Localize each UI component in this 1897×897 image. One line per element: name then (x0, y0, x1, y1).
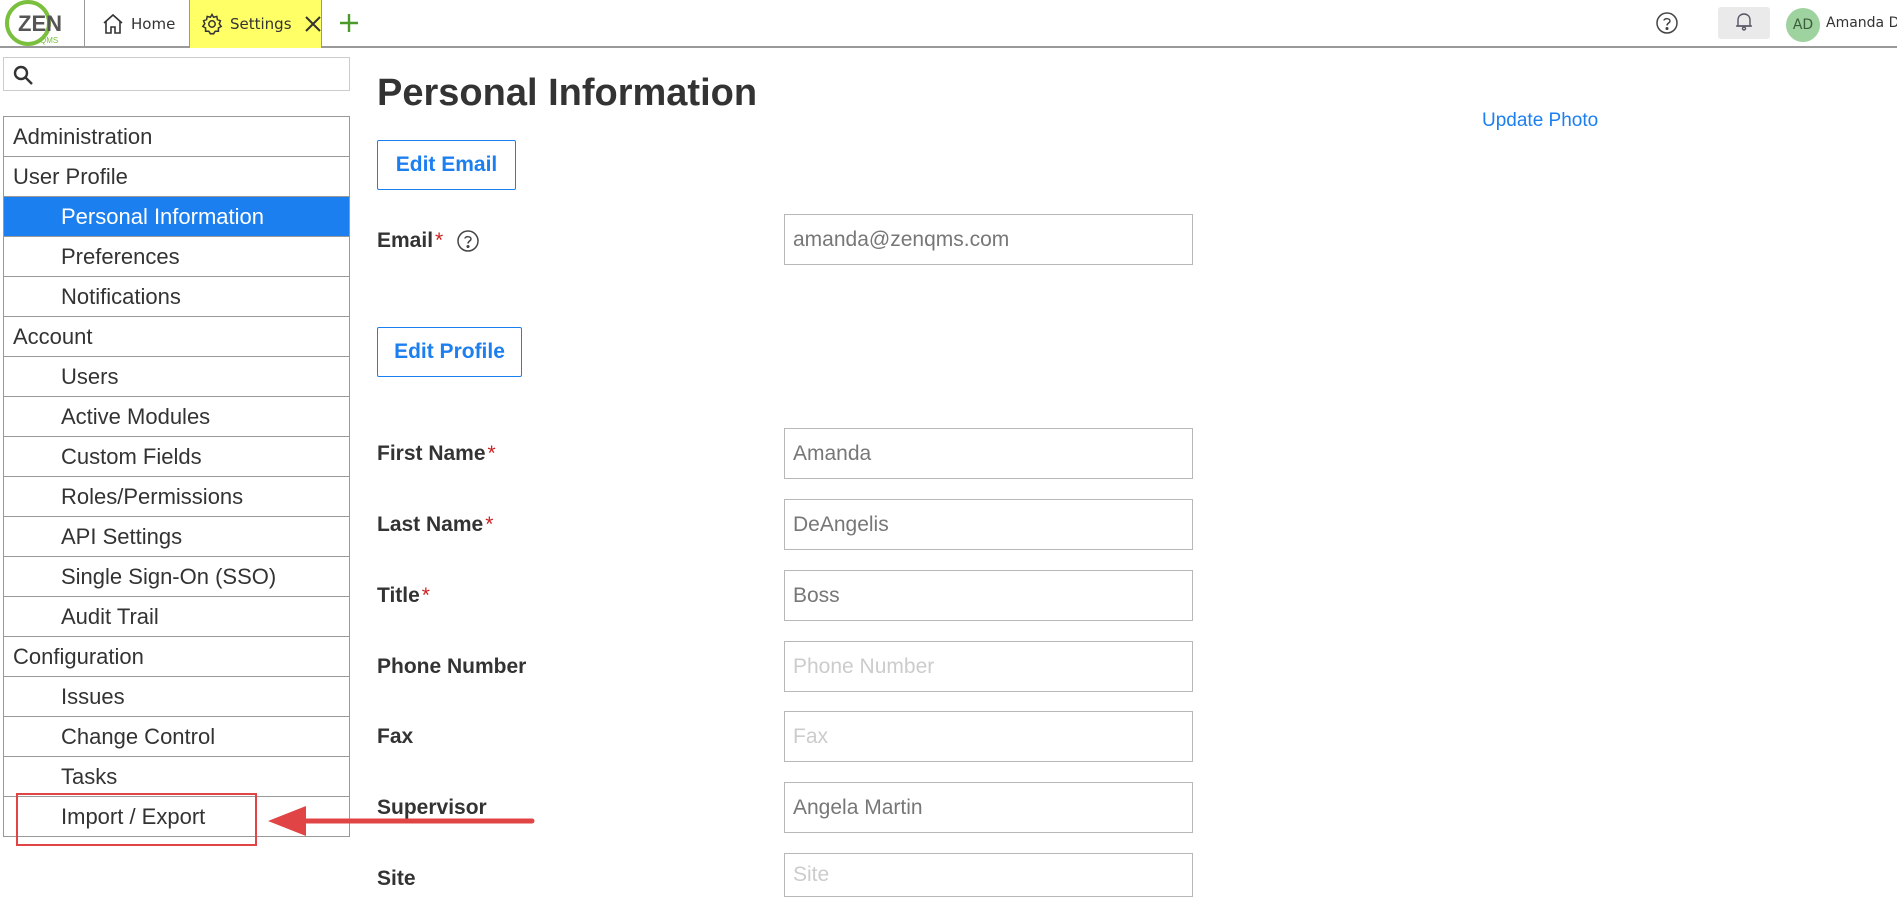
zenqms-logo[interactable]: ZEN QMS (2, 0, 72, 46)
help-icon[interactable] (455, 228, 481, 254)
edit-email-button[interactable]: Edit Email (377, 140, 516, 190)
sidebar-item-custom-fields[interactable]: Custom Fields (4, 437, 349, 477)
required-mark: * (421, 584, 430, 607)
last-name-label-text: Last Name (377, 513, 484, 536)
last-name-label: Last Name * (377, 513, 493, 537)
email-label: Email * (377, 228, 481, 254)
tab-home-label: Home (131, 15, 176, 33)
sidebar-item-issues[interactable]: Issues (4, 677, 349, 717)
notifications-button[interactable] (1718, 7, 1770, 39)
title-label: Title * (377, 584, 430, 608)
first-name-label: First Name * (377, 442, 496, 466)
update-photo-link[interactable]: Update Photo (1482, 110, 1598, 132)
sidebar-item-change-control[interactable]: Change Control (4, 717, 349, 757)
sidebar-item-sso[interactable]: Single Sign-On (SSO) (4, 557, 349, 597)
help-icon[interactable] (1654, 10, 1680, 36)
home-icon (101, 12, 125, 36)
add-tab-button[interactable] (336, 10, 362, 36)
sidebar-item-notifications[interactable]: Notifications (4, 277, 349, 317)
top-bar: ZEN QMS Home Settings AD Amanda D (0, 0, 1897, 48)
phone-label-text: Phone Number (377, 655, 527, 678)
user-name[interactable]: Amanda D (1826, 15, 1897, 31)
tab-settings-label: Settings (230, 15, 292, 33)
sidebar-item-users[interactable]: Users (4, 357, 349, 397)
first-name-label-text: First Name (377, 442, 486, 465)
sidebar-item-audit-trail[interactable]: Audit Trail (4, 597, 349, 637)
sidebar-item-active-modules[interactable]: Active Modules (4, 397, 349, 437)
tab-settings[interactable]: Settings (190, 0, 322, 48)
site-label-text: Site (377, 867, 416, 890)
sidebar-section-administration[interactable]: Administration (4, 117, 349, 157)
email-label-text: Email (377, 229, 434, 252)
supervisor-field[interactable] (784, 782, 1193, 833)
first-name-field[interactable] (784, 428, 1193, 479)
search-input[interactable] (42, 60, 342, 88)
sidebar-section-configuration[interactable]: Configuration (4, 637, 349, 677)
sidebar-item-roles-permissions[interactable]: Roles/Permissions (4, 477, 349, 517)
title-label-text: Title (377, 584, 420, 607)
sidebar-item-preferences[interactable]: Preferences (4, 237, 349, 277)
avatar[interactable]: AD (1786, 8, 1820, 42)
required-mark: * (487, 442, 496, 465)
phone-label: Phone Number (377, 655, 526, 679)
phone-field[interactable] (784, 641, 1193, 692)
fax-field[interactable] (784, 711, 1193, 762)
last-name-field[interactable] (784, 499, 1193, 550)
sidebar-section-account[interactable]: Account (4, 317, 349, 357)
settings-sidebar: Administration User Profile Personal Inf… (3, 116, 350, 837)
tab-home[interactable]: Home (84, 0, 190, 48)
bell-icon (1733, 10, 1755, 36)
svg-text:ZEN: ZEN (18, 11, 62, 36)
title-field[interactable] (784, 570, 1193, 621)
edit-profile-button[interactable]: Edit Profile (377, 327, 522, 377)
search-icon (12, 64, 34, 86)
required-mark: * (485, 513, 494, 536)
fax-label: Fax (377, 725, 413, 749)
gear-icon (200, 12, 224, 36)
supervisor-label-text: Supervisor (377, 796, 487, 819)
supervisor-label: Supervisor (377, 796, 487, 820)
email-field[interactable] (784, 214, 1193, 265)
page-title: Personal Information (377, 72, 758, 114)
close-icon[interactable] (302, 13, 324, 35)
sidebar-item-api-settings[interactable]: API Settings (4, 517, 349, 557)
sidebar-section-user-profile[interactable]: User Profile (4, 157, 349, 197)
site-field[interactable] (784, 853, 1193, 897)
sidebar-search (3, 57, 350, 91)
required-mark: * (435, 229, 444, 252)
fax-label-text: Fax (377, 725, 414, 748)
site-label: Site (377, 867, 416, 891)
sidebar-item-personal-information[interactable]: Personal Information (4, 197, 349, 237)
sidebar-item-tasks[interactable]: Tasks (4, 757, 349, 797)
svg-text:QMS: QMS (40, 36, 58, 45)
